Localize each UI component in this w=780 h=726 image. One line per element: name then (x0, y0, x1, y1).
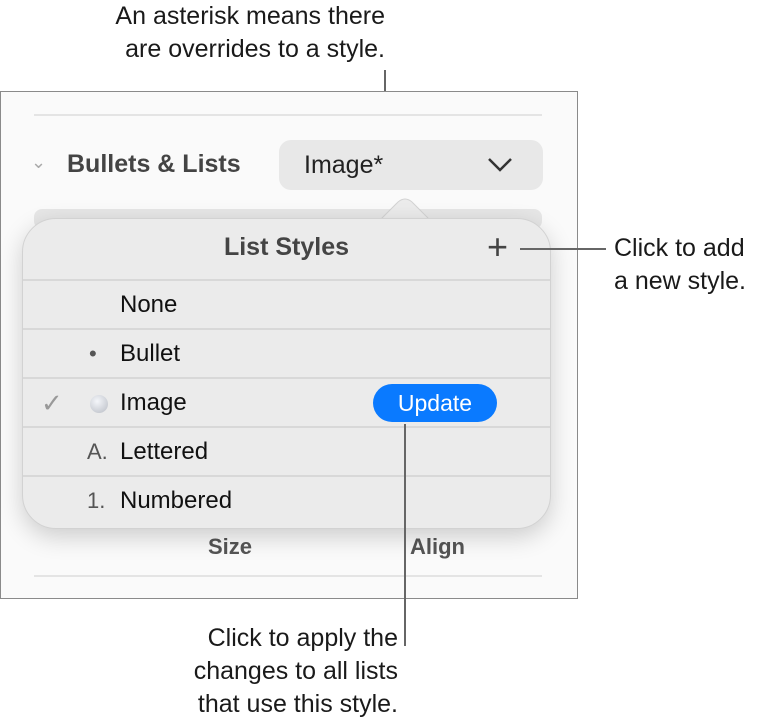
callout-leader (520, 248, 606, 250)
divider (34, 114, 542, 116)
callout-line: that use this style. (197, 690, 398, 718)
item-label: None (120, 291, 178, 318)
chevron-down-icon (488, 158, 512, 172)
callout-line: An asterisk means there (115, 2, 385, 30)
align-label: Align (410, 534, 465, 559)
item-label: Numbered (120, 487, 233, 514)
disclosure-chevron-icon[interactable]: ⌄ (31, 152, 46, 173)
list-style-popup-button[interactable]: Image* (279, 140, 543, 190)
style-value: Image* (304, 151, 384, 179)
list-item-bullet[interactable]: • Bullet (23, 328, 550, 378)
list-styles-popover: List Styles + None • Bullet ✓ Image Upda… (22, 218, 551, 529)
size-label: Size (208, 534, 253, 559)
callout-line: a new style. (614, 267, 747, 295)
image-bullet-icon (90, 395, 108, 413)
callout-line: changes to all lists (193, 657, 398, 685)
popover-title: List Styles (223, 233, 350, 261)
popover-arrow (380, 198, 431, 220)
list-item-none[interactable]: None (23, 279, 550, 329)
divider (34, 575, 542, 577)
plus-icon[interactable]: + (487, 229, 508, 265)
letter-marker: A. (87, 439, 108, 464)
callout-add: Click to add a new style. (614, 232, 746, 298)
callout-line: Click to add (614, 234, 745, 262)
item-label: Bullet (120, 340, 181, 367)
item-label: Lettered (120, 438, 209, 465)
list-item-lettered[interactable]: A. Lettered (23, 426, 550, 476)
callout-line: Click to apply the (207, 624, 398, 652)
bullet-marker: • (89, 341, 97, 366)
section-title: Bullets & Lists (67, 150, 241, 178)
list-item-numbered[interactable]: 1. Numbered (23, 475, 550, 525)
callout-line: are overrides to a style. (125, 35, 385, 63)
item-label: Image (120, 389, 187, 416)
list-item-image[interactable]: ✓ Image Update (23, 377, 550, 427)
number-marker: 1. (87, 488, 106, 513)
callout-leader (404, 424, 406, 646)
update-button[interactable]: Update (373, 384, 497, 422)
checkmark-icon: ✓ (41, 388, 63, 418)
callout-update: Click to apply the changes to all lists … (100, 622, 398, 721)
callout-override: An asterisk means there are overrides to… (70, 0, 385, 66)
